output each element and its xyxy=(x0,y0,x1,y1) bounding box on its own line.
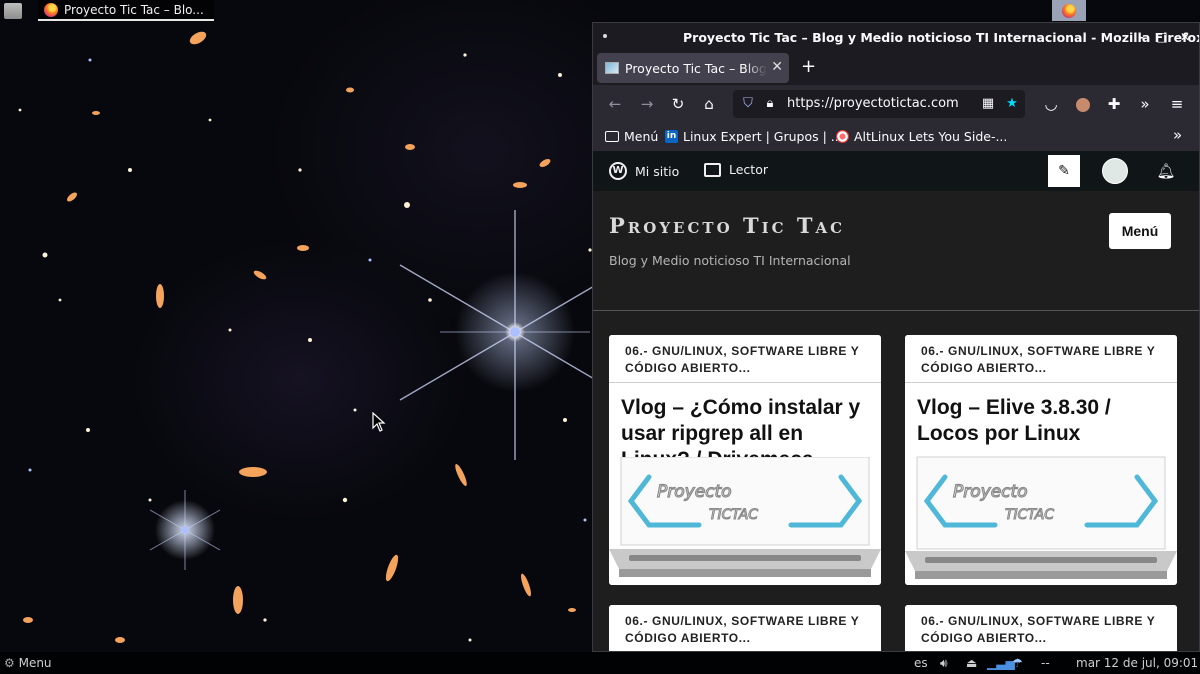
extension-icon[interactable]: ✚ xyxy=(1104,94,1124,114)
folder-icon xyxy=(605,131,619,142)
site-favicon-icon xyxy=(605,62,619,74)
menu-gear-icon: ⚙ xyxy=(4,656,15,670)
keyboard-layout-indicator[interactable]: es xyxy=(914,656,928,670)
web-page: W Mi sitio Lector ✎ 🔔︎ Proyecto Tic Tac … xyxy=(593,151,1199,651)
url-bar[interactable]: ⛉ 🔒︎ https://proyectotictac.com ▦ ★ xyxy=(733,90,1025,118)
post-category[interactable]: 06.- GNU/LINUX, SOFTWARE LIBRE Y CÓDIGO … xyxy=(905,605,1177,651)
thumbnail-brand-text: TICTAC xyxy=(709,507,758,523)
window-menu-icon[interactable] xyxy=(603,34,607,38)
new-tab-icon[interactable]: + xyxy=(801,57,816,77)
altlinux-icon xyxy=(836,130,849,143)
tab-bar: Proyecto Tic Tac – Blog y Medio noticios… xyxy=(593,51,1199,85)
reload-icon[interactable]: ↻ xyxy=(668,94,688,114)
firefox-icon xyxy=(44,2,58,17)
url-text[interactable]: https://proyectotictac.com xyxy=(787,96,959,111)
minimize-icon[interactable]: – xyxy=(1133,29,1149,45)
firefox-icon xyxy=(1062,3,1076,18)
linkedin-icon: in xyxy=(665,130,678,143)
top-panel: Proyecto Tic Tac – Blo... xyxy=(0,0,1200,22)
mouse-cursor-icon xyxy=(372,412,386,432)
bookmark-star-icon[interactable]: ★ xyxy=(1003,94,1021,114)
reader-label: Lector xyxy=(729,162,768,177)
weather-temperature: -- xyxy=(1041,656,1050,670)
window-titlebar[interactable]: Proyecto Tic Tac – Blog y Medio noticios… xyxy=(593,23,1199,51)
bookmark-altlinux[interactable]: AltLinux Lets You Side-... xyxy=(836,129,1007,144)
thumbnail-brand-text: TICTAC xyxy=(1005,507,1054,523)
navigation-toolbar: ← → ↻ ⌂ ⛉ 🔒︎ https://proyectotictac.com … xyxy=(593,85,1199,123)
post-title[interactable]: Vlog – Elive 3.8.30 / Locos por Linux xyxy=(905,383,1177,447)
pocket-icon[interactable]: ◡ xyxy=(1041,94,1061,114)
thumbnail-brand-text: Proyecto xyxy=(953,482,1028,502)
user-avatar[interactable] xyxy=(1102,158,1128,184)
site-tagline: Blog y Medio noticioso TI Internacional xyxy=(609,253,851,268)
start-menu-button[interactable]: ⚙ Menu xyxy=(4,656,52,670)
bottom-panel: ⚙ Menu es 🔊︎ ⏏ ▁▃▅ ☂ -- mar 12 de jul, 0… xyxy=(0,652,1200,674)
wordpress-admin-bar: W Mi sitio Lector ✎ 🔔︎ xyxy=(593,151,1199,191)
post-thumbnail[interactable]: Proyecto TICTAC xyxy=(905,455,1177,585)
post-category[interactable]: 06.- GNU/LINUX, SOFTWARE LIBRE Y CÓDIGO … xyxy=(905,335,1177,383)
post-category[interactable]: 06.- GNU/LINUX, SOFTWARE LIBRE Y CÓDIGO … xyxy=(609,335,881,383)
forward-icon[interactable]: → xyxy=(637,94,657,114)
clock[interactable]: mar 12 de jul, 09:01 xyxy=(1076,656,1198,670)
hamburger-menu-icon[interactable]: ≡ xyxy=(1167,94,1187,114)
bookmark-menu[interactable]: Menú xyxy=(605,129,658,144)
lock-icon[interactable]: 🔒︎ xyxy=(761,94,779,114)
post-card[interactable]: 06.- GNU/LINUX, SOFTWARE LIBRE Y CÓDIGO … xyxy=(905,605,1177,651)
close-icon[interactable]: ✕ xyxy=(1177,29,1193,45)
notifications-bell-icon[interactable]: 🔔︎ xyxy=(1155,160,1177,182)
post-thumbnail[interactable]: Proyecto TICTAC xyxy=(609,457,881,585)
bookmark-linux-expert[interactable]: in Linux Expert | Grupos | ... xyxy=(665,129,843,144)
account-avatar-icon[interactable] xyxy=(1073,94,1093,114)
panel-firefox-launcher[interactable] xyxy=(1052,0,1086,21)
reader-link[interactable]: Lector xyxy=(704,162,768,177)
eject-icon[interactable]: ⏏ xyxy=(966,656,977,670)
tab-label: Proyecto Tic Tac – Blog y Medio noticios… xyxy=(625,60,767,76)
volume-icon[interactable]: 🔊︎ xyxy=(940,656,948,671)
tab-close-icon[interactable]: ✕ xyxy=(771,59,783,75)
reader-icon xyxy=(704,162,721,177)
grid-icon[interactable]: ▦ xyxy=(979,94,997,114)
taskbar-firefox-task[interactable]: Proyecto Tic Tac – Blo... xyxy=(38,0,214,21)
maximize-icon[interactable]: □ xyxy=(1154,29,1170,45)
post-category[interactable]: 06.- GNU/LINUX, SOFTWARE LIBRE Y CÓDIGO … xyxy=(609,605,881,651)
write-post-icon[interactable]: ✎ xyxy=(1048,155,1080,187)
wordpress-icon: W xyxy=(609,162,627,180)
bookmark-label: AltLinux Lets You Side-... xyxy=(854,129,1008,144)
my-site-link[interactable]: W Mi sitio xyxy=(609,162,679,180)
back-icon[interactable]: ← xyxy=(605,94,625,114)
overflow-chevron-icon[interactable]: » xyxy=(1135,94,1155,114)
post-card[interactable]: 06.- GNU/LINUX, SOFTWARE LIBRE Y CÓDIGO … xyxy=(609,335,881,585)
taskbar-task-label: Proyecto Tic Tac – Blo... xyxy=(64,2,204,17)
bookmark-label: Menú xyxy=(624,129,659,144)
window-title: Proyecto Tic Tac – Blog y Medio noticios… xyxy=(683,29,1200,45)
network-signal-icon[interactable]: ▁▃▅ xyxy=(987,656,1015,670)
bookmark-label: Linux Expert | Grupos | ... xyxy=(683,129,843,144)
folder-icon[interactable] xyxy=(4,3,22,19)
tracking-shield-icon[interactable]: ⛉ xyxy=(739,94,757,114)
thumbnail-brand-text: Proyecto xyxy=(657,482,732,502)
site-header: Proyecto Tic Tac Blog y Medio noticioso … xyxy=(593,191,1199,311)
site-title[interactable]: Proyecto Tic Tac xyxy=(609,213,845,238)
start-menu-label: Menu xyxy=(18,656,52,670)
home-icon[interactable]: ⌂ xyxy=(699,94,719,114)
bookmarks-overflow-icon[interactable]: » xyxy=(1173,126,1182,144)
tab-proyecto-tic-tac[interactable]: Proyecto Tic Tac – Blog y Medio noticios… xyxy=(597,53,789,83)
post-card[interactable]: 06.- GNU/LINUX, SOFTWARE LIBRE Y CÓDIGO … xyxy=(609,605,881,651)
bookmarks-toolbar: Menú in Linux Expert | Grupos | ... AltL… xyxy=(593,123,1199,151)
my-site-label: Mi sitio xyxy=(635,163,680,179)
firefox-window: Proyecto Tic Tac – Blog y Medio noticios… xyxy=(592,22,1200,652)
site-menu-button[interactable]: Menú xyxy=(1109,213,1171,249)
weather-icon[interactable]: ☂ xyxy=(1012,656,1023,670)
post-card[interactable]: 06.- GNU/LINUX, SOFTWARE LIBRE Y CÓDIGO … xyxy=(905,335,1177,585)
